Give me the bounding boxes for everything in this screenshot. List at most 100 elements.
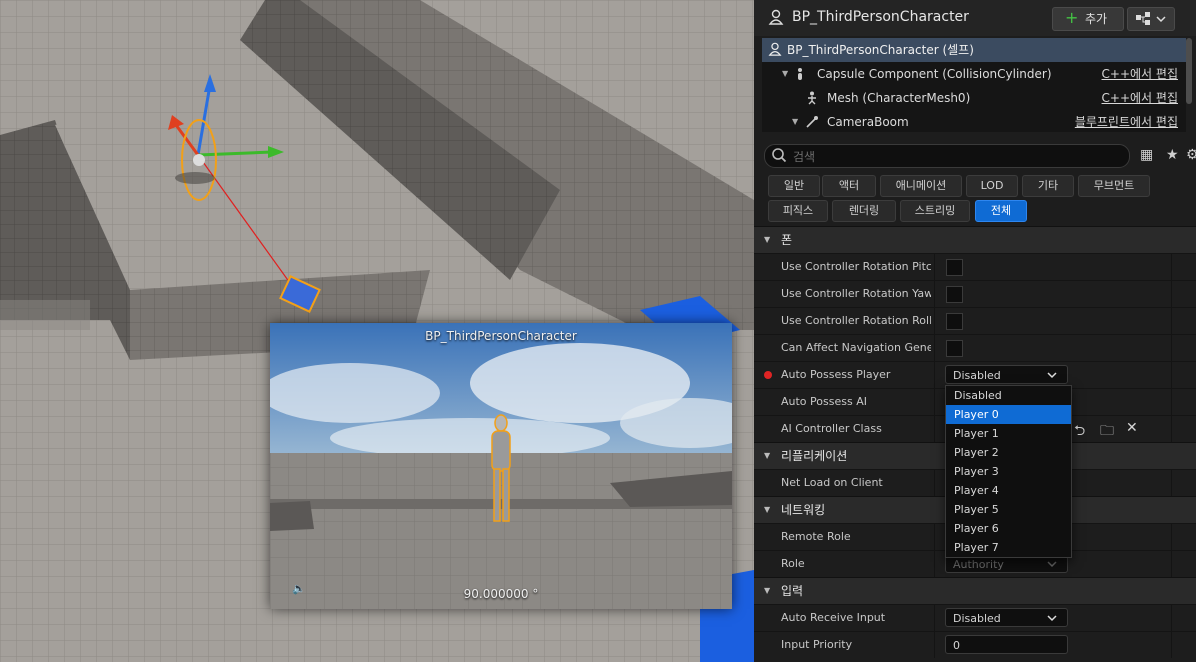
- camera-preview-image: [270, 323, 732, 609]
- camera-preview-title: BP_ThirdPersonCharacter: [425, 329, 577, 343]
- actor-icon: [768, 9, 784, 25]
- prop-label: Auto Possess Player: [781, 368, 891, 381]
- filter-all[interactable]: 전체: [975, 200, 1027, 222]
- field-value: 0: [953, 639, 960, 652]
- dropdown-option-highlighted[interactable]: Player 0: [946, 405, 1071, 424]
- prop-can-affect-navigation: Can Affect Navigation Gener...: [754, 334, 1196, 361]
- dropdown-option[interactable]: Player 1: [946, 424, 1071, 443]
- component-label: CameraBoom: [827, 115, 909, 129]
- prop-label: Net Load on Client: [781, 476, 883, 489]
- filter-streaming[interactable]: 스트리밍: [900, 200, 970, 222]
- skeletal-mesh-icon: [808, 91, 816, 105]
- grid-view-icon[interactable]: ▦: [1140, 147, 1153, 163]
- combo-value: Authority: [953, 558, 1004, 571]
- expand-caret-icon: ▼: [764, 505, 771, 514]
- component-label: BP_ThirdPersonCharacter (셀프): [787, 43, 974, 57]
- spring-arm-icon: [806, 116, 818, 128]
- dropdown-option[interactable]: Player 5: [946, 500, 1071, 519]
- expand-caret-icon: ▼: [764, 235, 771, 244]
- chevron-down-icon: [1047, 615, 1057, 622]
- actor-icon: [768, 42, 782, 56]
- filter-movement[interactable]: 무브먼트: [1078, 175, 1150, 197]
- component-row-mesh[interactable]: Mesh (CharacterMesh0) C++에서 편집: [762, 86, 1186, 110]
- edit-in-cpp-link[interactable]: C++에서 편집: [1102, 62, 1178, 86]
- filter-physics[interactable]: 피직스: [768, 200, 828, 222]
- prop-label: Use Controller Rotation Pitch: [781, 260, 931, 273]
- section-title: 폰: [781, 233, 793, 247]
- input-priority-field[interactable]: 0: [945, 635, 1068, 654]
- prop-use-controller-rotation-roll: Use Controller Rotation Roll: [754, 307, 1196, 334]
- clear-x-icon[interactable]: ✕: [1126, 420, 1138, 436]
- section-input[interactable]: ▼ 입력: [754, 577, 1196, 604]
- filter-misc[interactable]: 기타: [1022, 175, 1074, 197]
- combo-value: Disabled: [953, 369, 1001, 382]
- section-pawn[interactable]: ▼ 폰: [754, 226, 1196, 253]
- search-placeholder: 검색: [793, 150, 816, 164]
- dropdown-option[interactable]: Player 7: [946, 538, 1071, 557]
- checkbox[interactable]: [946, 286, 963, 303]
- filter-general[interactable]: 일반: [768, 175, 820, 197]
- dropdown-option[interactable]: Disabled: [946, 386, 1071, 405]
- settings-gear-icon[interactable]: ⚙: [1186, 147, 1196, 163]
- checkbox[interactable]: [946, 259, 963, 276]
- section-title: 네트워킹: [781, 503, 826, 517]
- filter-animation[interactable]: 애니메이션: [880, 175, 962, 197]
- checkbox[interactable]: [946, 313, 963, 330]
- auto-possess-player-combo[interactable]: Disabled: [945, 365, 1068, 384]
- filter-lod[interactable]: LOD: [966, 175, 1018, 197]
- modified-indicator-dot: [764, 371, 772, 379]
- prop-label: Use Controller Rotation Yaw: [781, 287, 931, 300]
- prop-label: Remote Role: [781, 530, 851, 543]
- prop-label: AI Controller Class: [781, 422, 882, 435]
- prop-use-controller-rotation-yaw: Use Controller Rotation Yaw: [754, 280, 1196, 307]
- checkbox[interactable]: [946, 340, 963, 357]
- filter-actor[interactable]: 액터: [822, 175, 876, 197]
- prop-label: Auto Possess AI: [781, 395, 867, 408]
- edit-in-cpp-link[interactable]: C++에서 편집: [1102, 86, 1178, 110]
- component-row-cameraboom[interactable]: ▼ CameraBoom 블루프린트에서 편집: [762, 110, 1186, 134]
- capsule-icon: [798, 68, 802, 80]
- collapse-arrow-icon[interactable]: ▼: [782, 62, 788, 86]
- search-icon: [772, 148, 787, 163]
- prop-label: Input Priority: [781, 638, 853, 651]
- prop-label: Use Controller Rotation Roll: [781, 314, 931, 327]
- browse-asset-icon[interactable]: 🗀: [1100, 420, 1114, 444]
- hierarchy-options-button[interactable]: [1127, 7, 1175, 31]
- plus-icon: +: [1065, 8, 1079, 27]
- camera-fov-label: 90.000000 °: [463, 587, 539, 601]
- collapse-arrow-icon[interactable]: ▼: [792, 110, 798, 134]
- dropdown-option[interactable]: Player 2: [946, 443, 1071, 462]
- expand-caret-icon: ▼: [764, 586, 771, 595]
- prop-label: Role: [781, 557, 805, 570]
- component-tree-scrollbar[interactable]: [1186, 38, 1192, 104]
- add-component-button[interactable]: + 추가: [1052, 7, 1124, 31]
- panel-header: BP_ThirdPersonCharacter + 추가: [754, 0, 1196, 36]
- auto-possess-player-dropdown[interactable]: Disabled Player 0 Player 1 Player 2 Play…: [945, 385, 1072, 558]
- expand-caret-icon: ▼: [764, 451, 771, 460]
- dropdown-option[interactable]: Player 3: [946, 462, 1071, 481]
- chevron-down-icon: [1047, 561, 1057, 568]
- component-label: Capsule Component (CollisionCylinder): [817, 67, 1052, 81]
- details-search-input[interactable]: 검색: [764, 144, 1130, 168]
- component-row-self[interactable]: BP_ThirdPersonCharacter (셀프): [762, 38, 1186, 62]
- dropdown-option[interactable]: Player 4: [946, 481, 1071, 500]
- prop-use-controller-rotation-pitch: Use Controller Rotation Pitch: [754, 253, 1196, 280]
- add-button-label: 추가: [1085, 12, 1108, 26]
- prop-auto-possess-player: Auto Possess Player Disabled: [754, 361, 1196, 388]
- favorite-star-icon[interactable]: ★: [1166, 147, 1179, 163]
- camera-preview: BP_ThirdPersonCharacter 🔈 90.000000 °: [270, 323, 732, 609]
- level-viewport[interactable]: BP_ThirdPersonCharacter 🔈 90.000000 °: [0, 0, 754, 662]
- component-tree: BP_ThirdPersonCharacter (셀프) ▼ Capsule C…: [762, 38, 1186, 132]
- prop-input-priority: Input Priority 0: [754, 631, 1196, 658]
- edit-in-blueprint-link[interactable]: 블루프린트에서 편집: [1075, 110, 1178, 134]
- component-label: Mesh (CharacterMesh0): [827, 91, 971, 105]
- prop-label: Auto Receive Input: [781, 611, 886, 624]
- section-title: 입력: [781, 584, 804, 598]
- use-selected-arrow-icon[interactable]: ⮌: [1074, 420, 1085, 444]
- component-row-capsule[interactable]: ▼ Capsule Component (CollisionCylinder) …: [762, 62, 1186, 86]
- filter-rendering[interactable]: 렌더링: [832, 200, 896, 222]
- panel-title: BP_ThirdPersonCharacter: [792, 9, 969, 25]
- hierarchy-icon: [1136, 12, 1166, 25]
- dropdown-option[interactable]: Player 6: [946, 519, 1071, 538]
- auto-receive-input-combo[interactable]: Disabled: [945, 608, 1068, 627]
